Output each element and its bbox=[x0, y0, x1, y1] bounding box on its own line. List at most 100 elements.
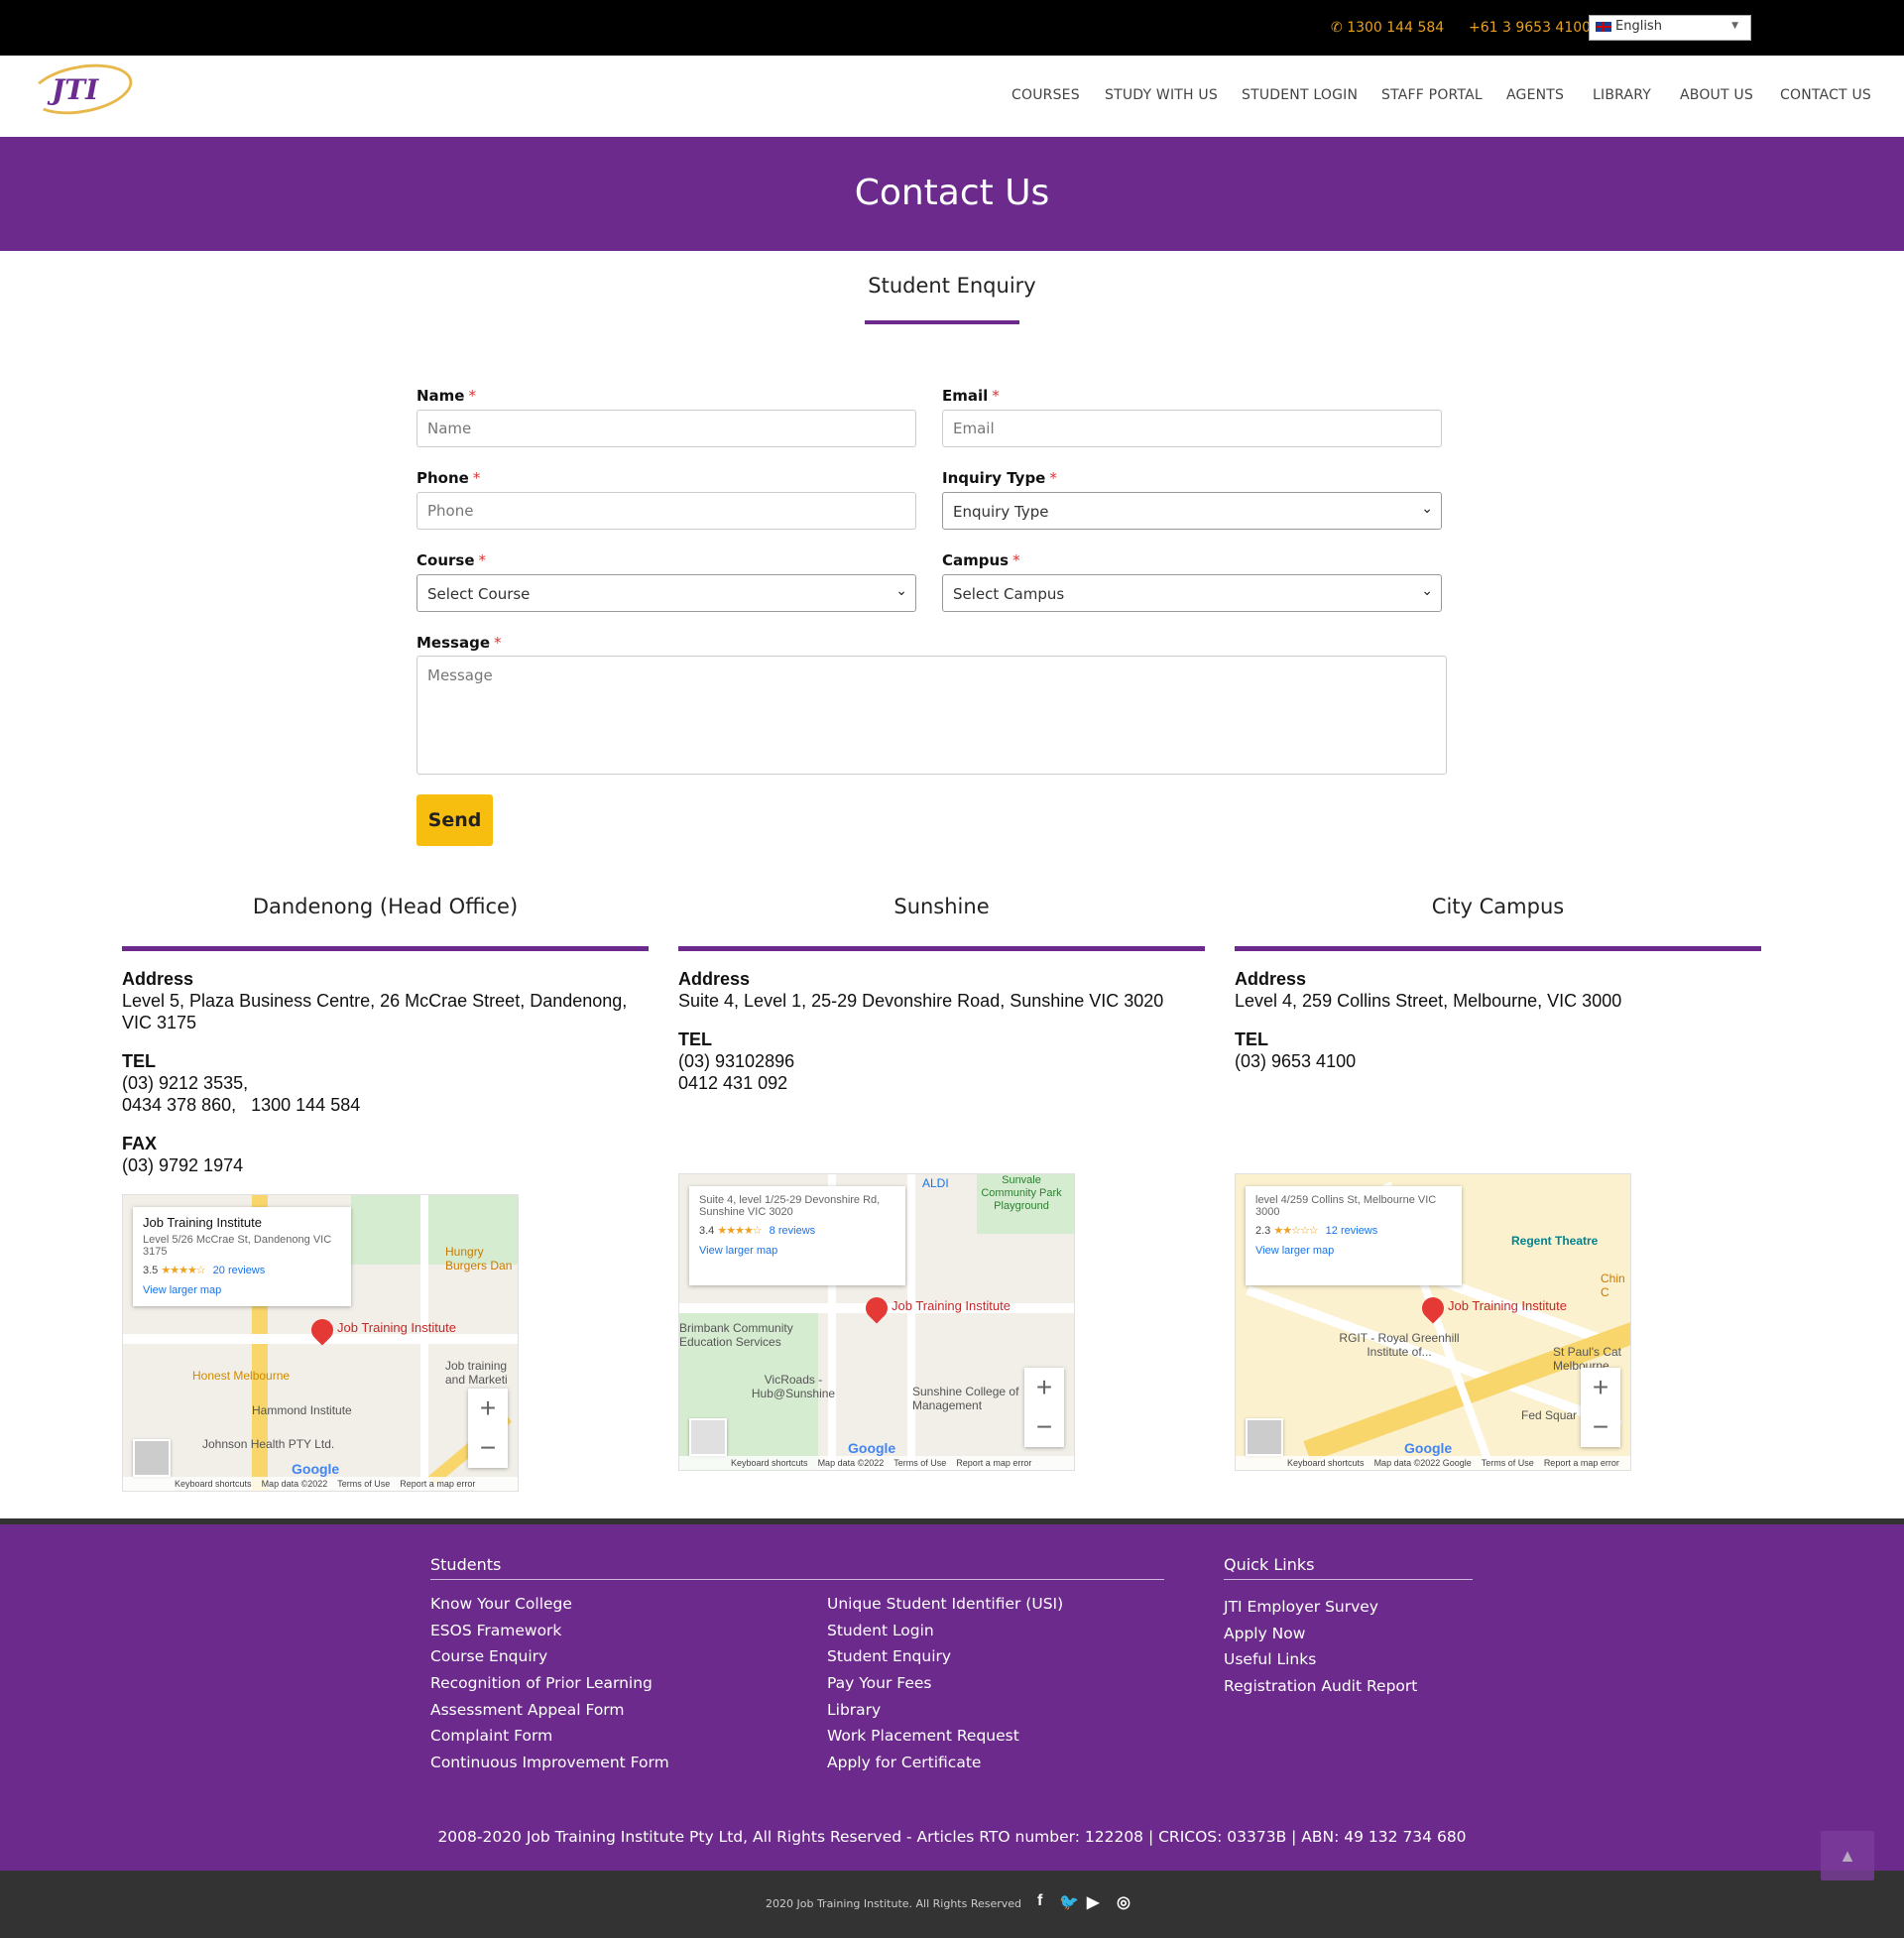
view-larger-map-link[interactable]: View larger map bbox=[1255, 1245, 1452, 1257]
bottom-copyright: 2020 Job Training Institute. All Rights … bbox=[766, 1897, 1022, 1910]
jti-logo[interactable]: JTI bbox=[26, 57, 137, 122]
campus-title: Sunshine bbox=[893, 895, 990, 918]
tel-heading: TEL bbox=[122, 1051, 156, 1071]
form-title-underline bbox=[865, 320, 1019, 324]
footer-divider bbox=[430, 1579, 1164, 1580]
campus-title: Dandenong (Head Office) bbox=[252, 895, 519, 918]
footer-students-title: Students bbox=[430, 1555, 502, 1574]
nav-courses[interactable]: COURSES bbox=[1012, 87, 1080, 103]
campus-label: Campus * bbox=[942, 551, 1020, 569]
footer-quick-link[interactable]: Useful Links bbox=[1224, 1650, 1316, 1668]
footer-link[interactable]: Know Your College bbox=[430, 1595, 572, 1613]
rating-stars-icon: ★★★★☆ bbox=[161, 1265, 205, 1276]
inquiry-type-select[interactable]: Enquiry Type ⌄ bbox=[942, 492, 1442, 530]
view-larger-map-link[interactable]: View larger map bbox=[699, 1245, 895, 1257]
footer-link[interactable]: Library bbox=[827, 1701, 881, 1719]
map-dandenong[interactable]: Job Training Institute Level 5/26 McCrae… bbox=[122, 1194, 519, 1492]
footer-link[interactable]: Student Enquiry bbox=[827, 1647, 951, 1665]
name-input[interactable]: Name bbox=[416, 410, 916, 447]
chevron-down-icon: ▼ bbox=[1731, 21, 1738, 31]
footer-quick-link[interactable]: Apply Now bbox=[1224, 1625, 1305, 1642]
footer-quick-link[interactable]: Registration Audit Report bbox=[1224, 1677, 1417, 1695]
nav-student-login[interactable]: STUDENT LOGIN bbox=[1242, 87, 1358, 103]
phone-link-2[interactable]: +61 3 9653 4100 bbox=[1469, 20, 1591, 36]
map-footer: Keyboard shortcuts Map data ©2022 Terms … bbox=[123, 1477, 518, 1491]
map-zoom-control[interactable]: + − bbox=[468, 1389, 508, 1468]
zoom-out-icon[interactable]: − bbox=[468, 1428, 508, 1468]
fax-heading: FAX bbox=[122, 1134, 158, 1153]
campus-dandenong: Dandenong (Head Office) Address Level 5,… bbox=[122, 895, 649, 1194]
footer-link[interactable]: Student Login bbox=[827, 1622, 934, 1639]
footer-link[interactable]: Complaint Form bbox=[430, 1727, 552, 1745]
campus-select[interactable]: Select Campus ⌄ bbox=[942, 574, 1442, 612]
zoom-in-icon[interactable]: + bbox=[1581, 1368, 1620, 1407]
zoom-in-icon[interactable]: + bbox=[468, 1389, 508, 1428]
email-input[interactable]: Email bbox=[942, 410, 1442, 447]
instagram-icon[interactable]: ◎ bbox=[1117, 1892, 1130, 1912]
tel-heading: TEL bbox=[1235, 1030, 1268, 1049]
nav-about-us[interactable]: ABOUT US bbox=[1680, 87, 1753, 103]
footer-link[interactable]: Pay Your Fees bbox=[827, 1674, 931, 1692]
send-button[interactable]: Send bbox=[416, 794, 493, 846]
language-select[interactable]: English ▼ bbox=[1589, 15, 1751, 41]
map-pin-icon[interactable] bbox=[1417, 1292, 1449, 1324]
nav-study-with-us[interactable]: STUDY WITH US bbox=[1105, 87, 1218, 103]
map-zoom-control[interactable]: + − bbox=[1581, 1368, 1620, 1447]
chevron-down-icon: ⌄ bbox=[895, 583, 907, 599]
zoom-out-icon[interactable]: − bbox=[1024, 1407, 1064, 1447]
footer-link[interactable]: Work Placement Request bbox=[827, 1727, 1019, 1745]
footer-link[interactable]: Course Enquiry bbox=[430, 1647, 547, 1665]
google-logo: Google bbox=[1404, 1440, 1453, 1456]
nav-agents[interactable]: AGENTS bbox=[1506, 87, 1564, 103]
footer-link[interactable]: Continuous Improvement Form bbox=[430, 1754, 669, 1771]
tel-heading: TEL bbox=[678, 1030, 712, 1049]
message-textarea[interactable]: Message bbox=[416, 656, 1447, 775]
address-value: Level 4, 259 Collins Street, Melbourne, … bbox=[1235, 991, 1622, 1011]
map-satellite-toggle[interactable] bbox=[1246, 1418, 1283, 1456]
facebook-icon[interactable]: f bbox=[1037, 1892, 1042, 1910]
zoom-in-icon[interactable]: + bbox=[1024, 1368, 1064, 1407]
map-satellite-toggle[interactable] bbox=[133, 1439, 171, 1477]
footer-link[interactable]: Recognition of Prior Learning bbox=[430, 1674, 653, 1692]
site-header: JTI COURSES STUDY WITH US STUDENT LOGIN … bbox=[0, 56, 1904, 137]
footer-link[interactable]: Unique Student Identifier (USI) bbox=[827, 1595, 1063, 1613]
chevron-down-icon: ⌄ bbox=[1421, 501, 1433, 517]
chevron-down-icon: ⌄ bbox=[1421, 583, 1433, 599]
footer-link[interactable]: Apply for Certificate bbox=[827, 1754, 981, 1771]
zoom-out-icon[interactable]: − bbox=[1581, 1407, 1620, 1447]
phone-input[interactable]: Phone bbox=[416, 492, 916, 530]
top-bar: ✆ 1300 144 584 +61 3 9653 4100 English ▼ bbox=[0, 0, 1904, 56]
map-sunshine[interactable]: Suite 4, level 1/25-29 Devonshire Rd, Su… bbox=[678, 1173, 1075, 1471]
map-zoom-control[interactable]: + − bbox=[1024, 1368, 1064, 1447]
map-city[interactable]: level 4/259 Collins St, Melbourne VIC 30… bbox=[1235, 1173, 1631, 1471]
scroll-to-top-button[interactable]: ▲ bbox=[1821, 1831, 1874, 1880]
address-value: Level 5, Plaza Business Centre, 26 McCra… bbox=[122, 991, 628, 1032]
campus-title-underline bbox=[1235, 946, 1761, 951]
name-label: Name * bbox=[416, 387, 476, 405]
twitter-icon[interactable]: 🐦 bbox=[1059, 1892, 1079, 1912]
map-pin-icon[interactable] bbox=[861, 1292, 892, 1324]
phone-link-1[interactable]: ✆ 1300 144 584 bbox=[1331, 20, 1444, 36]
footer-quick-link[interactable]: JTI Employer Survey bbox=[1224, 1598, 1378, 1616]
address-heading: Address bbox=[678, 969, 751, 989]
footer-link[interactable]: Assessment Appeal Form bbox=[430, 1701, 625, 1719]
map-footer: Keyboard shortcuts Map data ©2022 Google… bbox=[1236, 1456, 1630, 1470]
form-title: Student Enquiry bbox=[868, 274, 1036, 298]
message-label: Message * bbox=[416, 634, 502, 652]
map-info-card: level 4/259 Collins St, Melbourne VIC 30… bbox=[1246, 1186, 1462, 1285]
map-satellite-toggle[interactable] bbox=[689, 1418, 727, 1456]
footer-quick-links-title: Quick Links bbox=[1224, 1555, 1315, 1574]
course-select[interactable]: Select Course ⌄ bbox=[416, 574, 916, 612]
page-title: Contact Us bbox=[854, 173, 1050, 213]
phone-label: Phone * bbox=[416, 469, 481, 487]
nav-library[interactable]: LIBRARY bbox=[1593, 87, 1651, 103]
course-label: Course * bbox=[416, 551, 486, 569]
google-logo: Google bbox=[292, 1461, 340, 1477]
nav-contact-us[interactable]: CONTACT US bbox=[1780, 87, 1871, 103]
youtube-icon[interactable]: ▶ bbox=[1087, 1892, 1099, 1912]
footer-divider bbox=[1224, 1579, 1473, 1580]
footer-link[interactable]: ESOS Framework bbox=[430, 1622, 561, 1639]
view-larger-map-link[interactable]: View larger map bbox=[143, 1284, 341, 1296]
nav-staff-portal[interactable]: STAFF PORTAL bbox=[1381, 87, 1483, 103]
address-heading: Address bbox=[1235, 969, 1307, 989]
